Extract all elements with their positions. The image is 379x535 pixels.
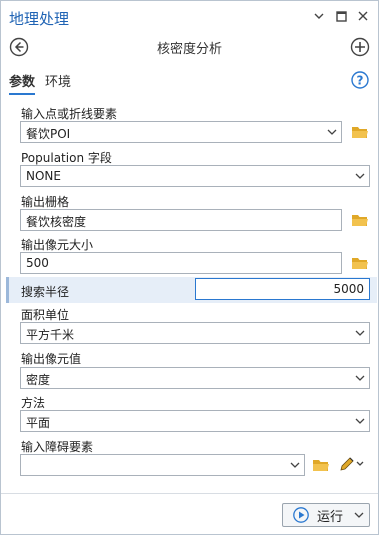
population-field-dropdown[interactable]: NONE <box>20 165 370 187</box>
output-raster-label: 输出栅格 <box>21 195 70 209</box>
population-field-label: Population 字段 <box>21 151 112 165</box>
title-bar: 地理处理 <box>1 1 378 33</box>
chevron-down-icon <box>290 462 300 468</box>
chevron-down-icon[interactable] <box>354 510 364 520</box>
tab-parameters[interactable]: 参数 <box>9 71 36 95</box>
svg-text:?: ? <box>357 74 364 88</box>
folder-icon[interactable] <box>351 212 369 228</box>
chevron-down-icon[interactable] <box>312 9 326 23</box>
input-features-label: 输入点或折线要素 <box>21 107 118 121</box>
area-units-label: 面积单位 <box>21 308 70 322</box>
cell-size-value: 500 <box>26 256 49 270</box>
pane-title: 地理处理 <box>9 10 70 28</box>
chevron-down-icon <box>327 129 337 135</box>
folder-icon[interactable] <box>312 457 330 473</box>
cell-size-label: 输出像元大小 <box>21 238 94 252</box>
chevron-down-icon <box>355 375 365 381</box>
pencil-icon[interactable] <box>339 456 365 472</box>
input-features-value: 餐饮POI <box>26 127 71 141</box>
tool-header: 核密度分析 <box>1 35 378 59</box>
barriers-dropdown[interactable] <box>20 454 305 476</box>
output-values-label: 输出像元值 <box>21 352 82 366</box>
barriers-label: 输入障碍要素 <box>21 440 94 454</box>
output-values-value: 密度 <box>26 373 51 387</box>
folder-icon[interactable] <box>351 124 369 140</box>
geoprocessing-pane: 地理处理 核密度分析 参数 环境 ? 输入点或折线要素 餐饮POI Popula… <box>0 0 379 535</box>
folder-icon[interactable] <box>351 255 369 271</box>
area-units-dropdown[interactable]: 平方千米 <box>20 322 370 344</box>
cell-size-input[interactable]: 500 <box>20 252 342 274</box>
output-raster-value: 餐饮核密度 <box>26 215 87 229</box>
close-icon[interactable] <box>356 9 370 23</box>
search-radius-input[interactable]: 5000 <box>195 278 370 300</box>
method-dropdown[interactable]: 平面 <box>20 410 370 432</box>
restore-icon[interactable] <box>334 9 348 23</box>
help-icon[interactable]: ? <box>351 71 369 89</box>
method-label: 方法 <box>21 396 46 410</box>
output-values-dropdown[interactable]: 密度 <box>20 367 370 389</box>
add-icon[interactable] <box>350 37 370 57</box>
area-units-value: 平方千米 <box>26 328 75 342</box>
run-button[interactable]: 运行 <box>282 503 370 527</box>
search-radius-label: 搜索半径 <box>21 285 70 299</box>
output-raster-input[interactable]: 餐饮核密度 <box>20 209 342 231</box>
tool-title: 核密度分析 <box>156 42 222 57</box>
chevron-down-icon <box>355 418 365 424</box>
play-icon <box>293 507 309 523</box>
run-button-label: 运行 <box>317 509 344 525</box>
chevron-down-icon <box>355 173 365 179</box>
chevron-down-icon <box>355 330 365 336</box>
footer-divider <box>1 493 378 494</box>
title-bar-icons <box>312 9 370 23</box>
input-features-dropdown[interactable]: 餐饮POI <box>20 121 342 143</box>
tab-bar: 参数 环境 <box>9 71 71 95</box>
method-value: 平面 <box>26 416 51 430</box>
population-field-value: NONE <box>26 169 61 183</box>
tab-environments[interactable]: 环境 <box>45 71 71 95</box>
